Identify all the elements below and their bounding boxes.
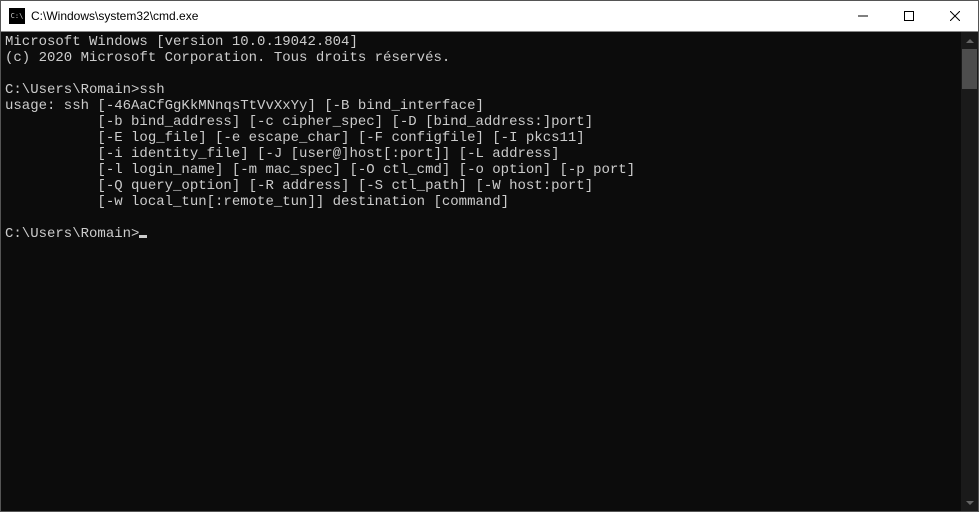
minimize-button[interactable] xyxy=(840,1,886,31)
line: C:\Users\Romain>ssh xyxy=(5,82,165,98)
line: [-l login_name] [-m mac_spec] [-O ctl_cm… xyxy=(5,162,635,178)
line: [-i identity_file] [-J [user@]host[:port… xyxy=(5,146,560,162)
window-title: C:\Windows\system32\cmd.exe xyxy=(31,9,840,23)
line: [-w local_tun[:remote_tun]] destination … xyxy=(5,194,509,210)
close-button[interactable] xyxy=(932,1,978,31)
terminal-output[interactable]: Microsoft Windows [version 10.0.19042.80… xyxy=(1,32,961,511)
maximize-button[interactable] xyxy=(886,1,932,31)
cursor xyxy=(139,235,147,238)
scroll-thumb[interactable] xyxy=(962,49,977,89)
scroll-up-icon[interactable] xyxy=(961,32,978,49)
cmd-icon: C:\ xyxy=(9,8,25,24)
line: [-Q query_option] [-R address] [-S ctl_p… xyxy=(5,178,593,194)
prompt-line: C:\Users\Romain> xyxy=(5,226,139,242)
vertical-scrollbar[interactable] xyxy=(961,32,978,511)
window-titlebar[interactable]: C:\ C:\Windows\system32\cmd.exe xyxy=(1,1,978,32)
window-controls xyxy=(840,1,978,31)
line: [-b bind_address] [-c cipher_spec] [-D [… xyxy=(5,114,593,130)
line: (c) 2020 Microsoft Corporation. Tous dro… xyxy=(5,50,450,66)
line: usage: ssh [-46AaCfGgKkMNnqsTtVvXxYy] [-… xyxy=(5,98,484,114)
line: [-E log_file] [-e escape_char] [-F confi… xyxy=(5,130,585,146)
line: Microsoft Windows [version 10.0.19042.80… xyxy=(5,34,358,50)
terminal-area: Microsoft Windows [version 10.0.19042.80… xyxy=(1,32,978,511)
scroll-down-icon[interactable] xyxy=(961,494,978,511)
